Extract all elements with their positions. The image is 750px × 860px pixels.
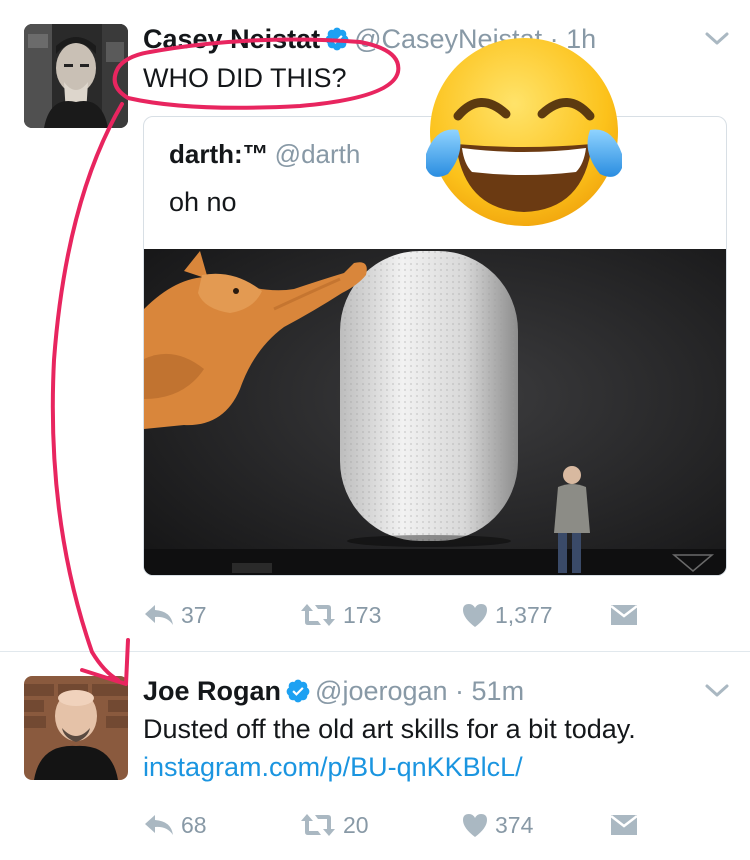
reply-icon (145, 605, 173, 625)
retweet-icon (301, 814, 335, 836)
dm-icon (610, 605, 638, 625)
tweet-joe[interactable]: Joe Rogan @joerogan · 51m Dusted off the … (0, 652, 750, 860)
retweet-count: 173 (343, 601, 382, 628)
chevron-down-icon[interactable] (704, 682, 730, 705)
chevron-down-icon[interactable] (704, 30, 730, 53)
dm-icon (610, 815, 638, 835)
quoted-text: oh no (169, 187, 237, 217)
tweet-text: WHO DID THIS? (143, 63, 347, 93)
reply-button[interactable]: 68 (143, 808, 207, 842)
tweet-actions: 37 173 1,377 (143, 598, 663, 632)
quoted-author-handle: @darth (274, 139, 361, 169)
tweet-header: Joe Rogan @joerogan · 51m (143, 674, 524, 712)
tweet-body: Dusted off the old art skills for a bit … (143, 714, 636, 744)
retweet-icon (301, 604, 335, 626)
tweet-actions: 68 20 374 (143, 808, 663, 842)
tweet-link[interactable]: instagram.com/p/BU-qnKKBlcL/ (143, 752, 523, 782)
quoted-header: darth:™ @darth (169, 137, 360, 171)
like-icon (463, 604, 487, 627)
reply-count: 68 (181, 811, 207, 838)
verified-icon (285, 678, 311, 712)
quoted-author-name: darth:™ (169, 139, 269, 169)
like-button[interactable]: 374 (461, 808, 533, 842)
reply-icon (145, 815, 173, 835)
quoted-media-image[interactable] (144, 249, 726, 575)
avatar-joe[interactable] (24, 676, 128, 780)
tweet-casey[interactable]: Casey Neistat @CaseyNeistat · 1h WHO DID … (0, 0, 750, 652)
author-handle[interactable]: @joerogan (315, 676, 448, 706)
timestamp[interactable]: 51m (472, 676, 525, 706)
dm-button[interactable] (609, 808, 645, 842)
tears-of-joy-emoji (418, 34, 630, 232)
retweet-button[interactable]: 20 (299, 808, 369, 842)
retweet-button[interactable]: 173 (299, 598, 381, 632)
reply-button[interactable]: 37 (143, 598, 207, 632)
tweet-text: Dusted off the old art skills for a bit … (143, 710, 723, 786)
like-count: 374 (495, 811, 534, 838)
reply-count: 37 (181, 601, 207, 628)
like-button[interactable]: 1,377 (461, 598, 553, 632)
author-name[interactable]: Casey Neistat (143, 24, 320, 54)
separator-dot: · (447, 676, 472, 706)
retweet-count: 20 (343, 811, 369, 838)
verified-icon (324, 26, 350, 60)
author-name[interactable]: Joe Rogan (143, 676, 281, 706)
like-count: 1,377 (495, 601, 553, 628)
dm-button[interactable] (609, 598, 645, 632)
like-icon (463, 814, 487, 837)
avatar-casey[interactable] (24, 24, 128, 128)
